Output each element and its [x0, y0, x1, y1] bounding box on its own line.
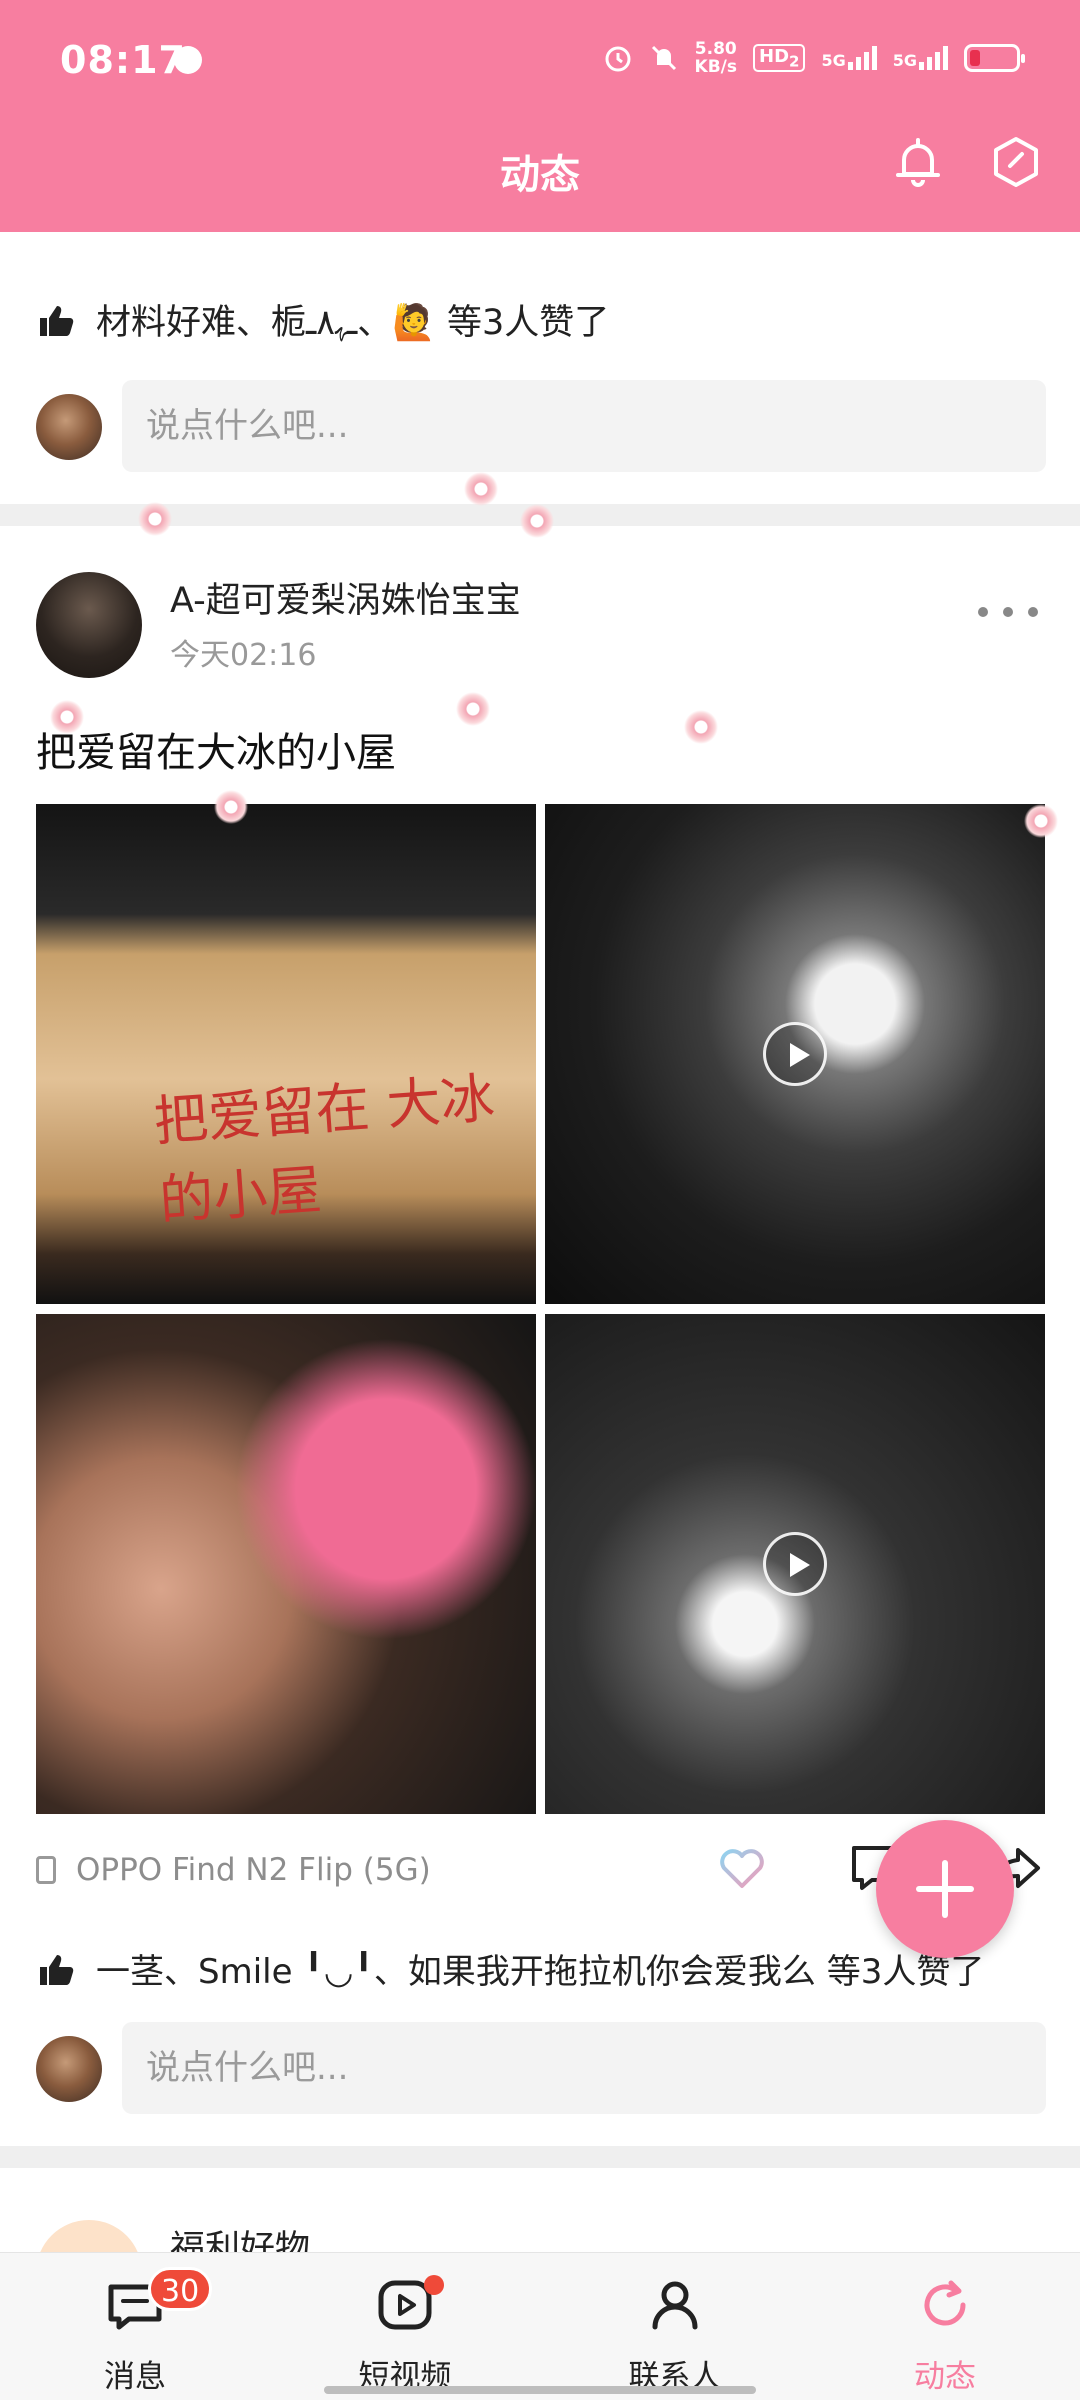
bottom-nav: 30 消息 短视频 联系人 动态 [0, 2252, 1080, 2400]
avatar [36, 2036, 102, 2102]
net-speed-value: 5.80 [694, 39, 737, 59]
post-video-2[interactable] [545, 1314, 1045, 1814]
petal-decoration [138, 502, 172, 536]
refresh-icon [924, 2280, 966, 2326]
nav-contacts[interactable]: 联系人 [540, 2253, 810, 2400]
vpn-icon [174, 46, 202, 74]
nav-short-video[interactable]: 短视频 [270, 2253, 540, 2400]
banner-text: 把爱留在 大冰的小屋 [151, 1066, 497, 1233]
play-icon[interactable] [763, 1022, 827, 1086]
petal-decoration [214, 790, 248, 824]
separator [0, 2146, 1080, 2168]
petal-decoration [520, 504, 554, 538]
hd-badge: HD2 [753, 43, 806, 73]
bell-icon[interactable] [888, 132, 948, 192]
battery-level [970, 50, 980, 66]
comment-row [36, 2022, 1046, 2114]
mute-icon [651, 45, 676, 71]
thumb-up-icon [40, 305, 74, 336]
status-icons: 5.80 KB/s HD2 5G 5G [603, 40, 1025, 76]
top-header: 08:17 5.80 KB/s HD2 5G 5G 动态 [0, 0, 1080, 232]
hd-sub: 2 [789, 52, 800, 71]
post-video-1[interactable] [545, 804, 1045, 1304]
post-likes-text: 一茎、Smile ╹◡╹、如果我开拖拉机你会爱我么 等3人赞了 [96, 1952, 985, 1992]
petal-decoration [684, 710, 718, 744]
next-post-avatar[interactable] [36, 2220, 142, 2252]
prev-post-likes[interactable]: 材料好难、栀ـﮩ٨ـ、🙋 等3人赞了 [36, 294, 609, 345]
nav-messages[interactable]: 30 消息 [0, 2253, 270, 2400]
post-likes[interactable]: 一茎、Smile ╹◡╹、如果我开拖拉机你会爱我么 等3人赞了 [36, 1944, 984, 1993]
post-author-name[interactable]: A-超可爱梨涡姝怡宝宝 [170, 572, 521, 623]
signal-1-label: 5G [821, 51, 846, 70]
signal-2-label: 5G [892, 51, 917, 70]
signal-1: 5G [821, 46, 877, 70]
video-dot [424, 2275, 444, 2295]
next-post-author[interactable]: 福利好物 [170, 2220, 310, 2252]
post-author-avatar[interactable] [36, 572, 142, 678]
nav-label-messages: 消息 [104, 2359, 166, 2395]
nav-label-feed: 动态 [914, 2359, 976, 2395]
prev-comment-input[interactable] [122, 380, 1046, 472]
post-device-text: OPPO Find N2 Flip (5G) [76, 1852, 431, 1888]
post-text: 把爱留在大冰的小屋 [36, 730, 396, 776]
comment-input[interactable] [122, 2022, 1046, 2114]
play-icon[interactable] [763, 1532, 827, 1596]
heart-icon[interactable] [712, 1838, 772, 1898]
post-time: 今天02:16 [170, 638, 317, 673]
alarm-icon [605, 46, 631, 72]
petal-decoration [464, 472, 498, 506]
contacts-icon [652, 2281, 698, 2330]
prev-comment-row [36, 380, 1046, 472]
avatar [36, 394, 102, 460]
hexagon-settings-icon[interactable] [986, 132, 1046, 192]
message-badge: 30 [148, 2267, 213, 2311]
signal-2: 5G [893, 46, 948, 70]
phone-icon [36, 1856, 56, 1884]
status-time: 08:17 [60, 38, 186, 82]
net-speed: 5.80 KB/s [695, 40, 737, 76]
add-post-button[interactable] [876, 1820, 1014, 1958]
post-photo-2[interactable] [36, 1314, 536, 1814]
petal-decoration [456, 692, 490, 726]
post-device: OPPO Find N2 Flip (5G) [36, 1852, 431, 1888]
petal-decoration [1024, 804, 1058, 838]
post-photo-1[interactable]: 把爱留在 大冰的小屋 [36, 804, 536, 1304]
status-bar: 08:17 5.80 KB/s HD2 5G 5G [0, 0, 1080, 120]
net-speed-unit: KB/s [694, 57, 738, 77]
more-icon[interactable] [978, 592, 1038, 632]
thumb-up-icon [40, 1954, 74, 1985]
hd-label: HD [759, 45, 790, 67]
prev-post-likes-text: 材料好难、栀ـﮩ٨ـ、🙋 等3人赞了 [96, 303, 610, 343]
nav-feed[interactable]: 动态 [810, 2253, 1080, 2400]
petal-decoration [50, 700, 84, 734]
home-indicator[interactable] [324, 2386, 756, 2394]
battery-icon [964, 44, 1025, 72]
